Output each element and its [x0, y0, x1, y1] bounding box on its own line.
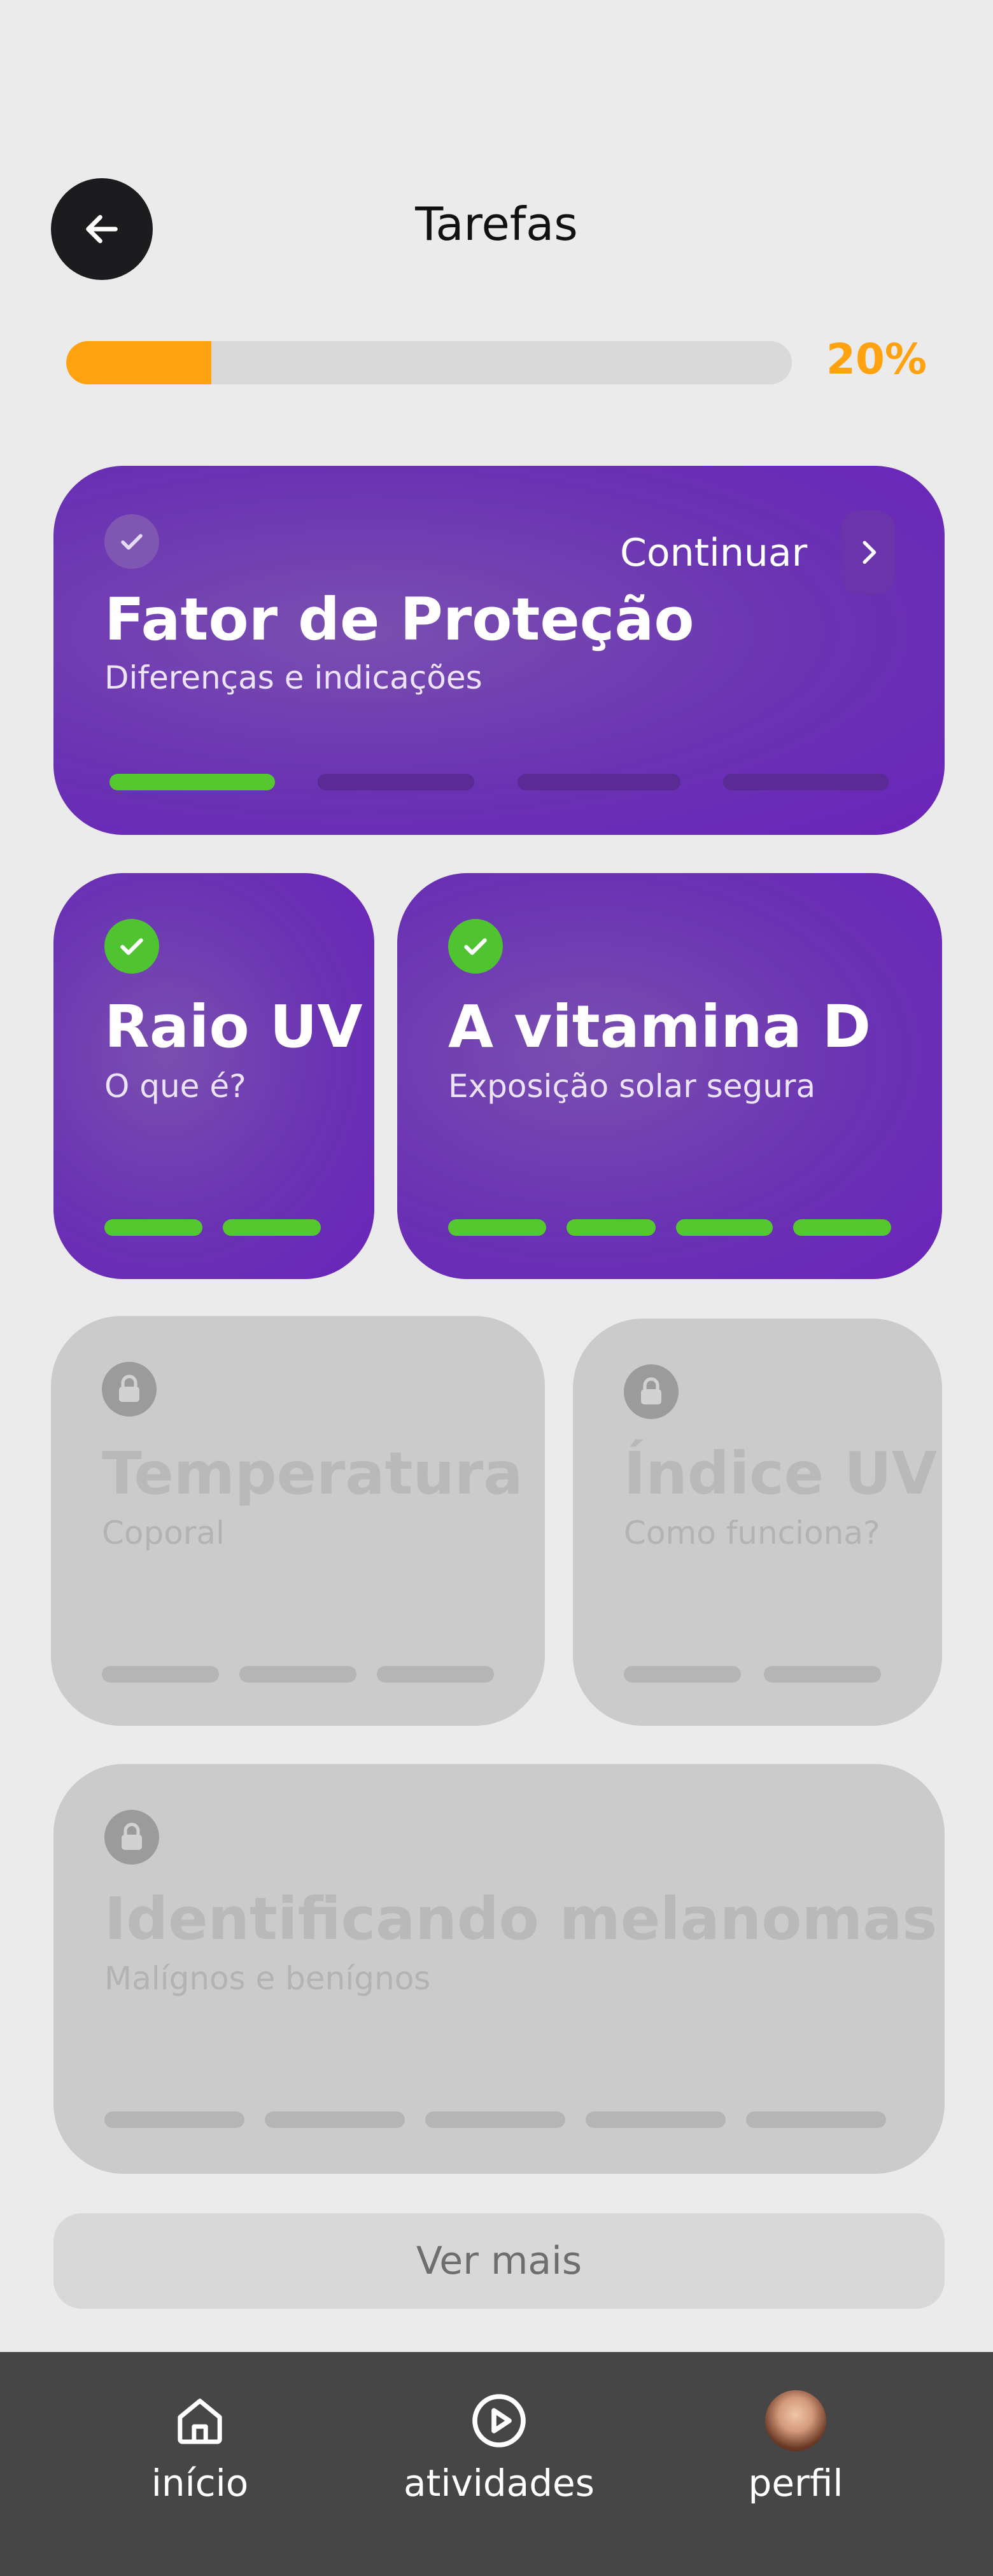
progress-segment	[223, 1219, 321, 1236]
nav-label: atividades	[404, 2461, 595, 2505]
progress-segment	[425, 2111, 565, 2128]
chevron-right-icon	[863, 540, 877, 564]
progress-segment	[567, 1219, 656, 1236]
card-progress-segments	[104, 2111, 886, 2128]
card-subtitle: Coporal	[102, 1515, 225, 1551]
card-progress-segments	[104, 1219, 321, 1236]
progress-segment	[793, 1219, 891, 1236]
progress-segment	[318, 774, 475, 790]
nav-item-perfil[interactable]: perfil	[694, 2389, 898, 2505]
progress-segment	[586, 2111, 726, 2128]
nav-label: início	[151, 2461, 249, 2505]
progress-segment	[104, 1219, 202, 1236]
card-progress-segments	[102, 1666, 494, 1683]
card-progress-segments	[109, 774, 889, 790]
progress-bar	[66, 341, 792, 384]
progress-segment	[517, 774, 680, 790]
card-progress-segments	[624, 1666, 881, 1683]
progress-segment	[109, 774, 275, 790]
progress-segment	[104, 2111, 244, 2128]
task-card-indice-uv: Índice UV Como funciona?	[573, 1319, 942, 1726]
avatar	[765, 2390, 826, 2451]
home-icon	[178, 2398, 222, 2444]
nav-item-inicio[interactable]: início	[98, 2389, 302, 2505]
card-subtitle: Diferenças e indicações	[104, 659, 482, 696]
progress-segment	[764, 1666, 881, 1683]
progress-segment	[722, 774, 889, 790]
check-icon	[448, 919, 503, 974]
lock-icon	[624, 1364, 679, 1419]
task-card-fator-de-protecao[interactable]: Continuar Fator de Proteção Diferenças e…	[53, 466, 945, 835]
task-card-identificando-melanomas: Identificando melanomas Malígnos e beníg…	[53, 1764, 945, 2174]
progress-fill	[66, 341, 211, 384]
continue-label[interactable]: Continuar	[620, 531, 807, 575]
card-title: Fator de Proteção	[104, 585, 694, 654]
card-subtitle: Malígnos e benígnos	[104, 1960, 431, 1997]
progress-segment	[624, 1666, 741, 1683]
progress-segment	[102, 1666, 219, 1683]
card-subtitle: O que é?	[104, 1068, 246, 1105]
card-subtitle: Exposição solar segura	[448, 1068, 816, 1105]
card-subtitle: Como funciona?	[624, 1515, 880, 1551]
see-more-button[interactable]: Ver mais	[53, 2213, 945, 2309]
progress-percentage: 20%	[826, 335, 927, 384]
card-title: Índice UV	[624, 1439, 937, 1508]
progress-segment	[239, 1666, 356, 1683]
card-title: Identificando melanomas	[104, 1885, 938, 1953]
task-card-raio-uv[interactable]: Raio UV O que é?	[53, 873, 374, 1279]
continue-button[interactable]	[842, 510, 895, 594]
lock-icon	[104, 1810, 159, 1865]
card-progress-segments	[448, 1219, 891, 1236]
page-title: Tarefas	[415, 197, 578, 251]
nav-label: perfil	[748, 2461, 843, 2505]
play-circle-icon	[472, 2394, 526, 2447]
progress-segment	[377, 1666, 494, 1683]
lock-icon	[102, 1362, 157, 1417]
card-title: A vitamina D	[448, 993, 871, 1061]
check-icon	[104, 919, 159, 974]
card-title: Temperatura	[102, 1439, 523, 1508]
task-card-temperatura: Temperatura Coporal	[51, 1316, 545, 1726]
progress-segment	[746, 2111, 886, 2128]
nav-item-atividades[interactable]: atividades	[397, 2389, 601, 2505]
task-card-vitamina-d[interactable]: A vitamina D Exposição solar segura	[397, 873, 942, 1279]
progress-segment	[448, 1219, 546, 1236]
card-title: Raio UV	[104, 993, 363, 1061]
check-icon	[104, 514, 159, 569]
progress-segment	[676, 1219, 773, 1236]
progress-segment	[265, 2111, 405, 2128]
